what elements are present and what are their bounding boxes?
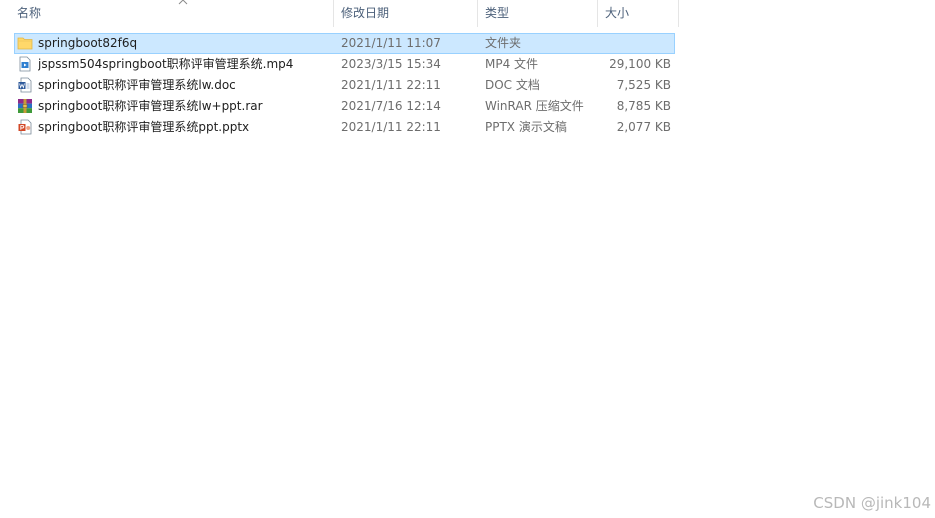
file-name: springboot职称评审管理系统lw.doc	[38, 78, 236, 92]
file-row[interactable]: springboot职称评审管理系统ppt.pptx 2021/1/11 22:…	[0, 117, 679, 138]
file-date: 2021/1/11 22:11	[341, 78, 441, 92]
sort-ascending-icon	[178, 0, 188, 5]
file-date: 2021/1/11 11:07	[341, 36, 441, 50]
file-name: springboot职称评审管理系统lw+ppt.rar	[38, 99, 263, 113]
file-explorer: 名称 修改日期 类型 大小 springboot82f6q 2021/1/11 …	[0, 0, 935, 518]
file-row[interactable]: jspssm504springboot职称评审管理系统.mp4 2023/3/1…	[0, 54, 679, 75]
watermark: CSDN @jink104	[813, 494, 931, 512]
file-row[interactable]: springboot82f6q 2021/1/11 11:07 文件夹	[0, 33, 679, 54]
file-type: DOC 文档	[485, 78, 540, 92]
file-size: 2,077 KB	[616, 120, 671, 134]
file-row[interactable]: springboot职称评审管理系统lw+ppt.rar 2021/7/16 1…	[0, 96, 679, 117]
winrar-archive-icon	[18, 99, 32, 113]
powerpoint-file-icon	[18, 119, 32, 135]
column-header-date-label: 修改日期	[341, 6, 390, 20]
file-name: jspssm504springboot职称评审管理系统.mp4	[38, 57, 294, 71]
column-header-type-label: 类型	[485, 6, 510, 20]
column-header: 名称 修改日期 类型 大小	[0, 0, 679, 27]
file-size: 29,100 KB	[609, 57, 671, 71]
file-row[interactable]: springboot职称评审管理系统lw.doc 2021/1/11 22:11…	[0, 75, 679, 96]
column-header-type[interactable]: 类型	[479, 0, 598, 27]
word-document-icon	[18, 77, 32, 93]
video-file-icon	[19, 56, 31, 72]
file-size	[600, 33, 671, 54]
column-header-size-label: 大小	[605, 6, 630, 20]
file-list: springboot82f6q 2021/1/11 11:07 文件夹 jsps…	[0, 33, 679, 138]
file-date: 2021/1/11 22:11	[341, 120, 441, 134]
file-type: PPTX 演示文稿	[485, 120, 567, 134]
file-size: 8,785 KB	[616, 99, 671, 113]
column-header-size[interactable]: 大小	[599, 0, 679, 27]
file-type: WinRAR 压缩文件	[485, 99, 584, 113]
file-date: 2021/7/16 12:14	[341, 99, 441, 113]
file-size: 7,525 KB	[616, 78, 671, 92]
file-type: MP4 文件	[485, 57, 539, 71]
file-name: springboot职称评审管理系统ppt.pptx	[38, 120, 250, 134]
column-header-name[interactable]: 名称	[11, 0, 334, 27]
file-date: 2023/3/15 15:34	[341, 57, 441, 71]
folder-icon	[17, 37, 33, 50]
column-header-name-label: 名称	[17, 6, 42, 20]
file-type: 文件夹	[485, 36, 522, 50]
file-name: springboot82f6q	[38, 36, 138, 50]
column-header-date[interactable]: 修改日期	[335, 0, 478, 27]
